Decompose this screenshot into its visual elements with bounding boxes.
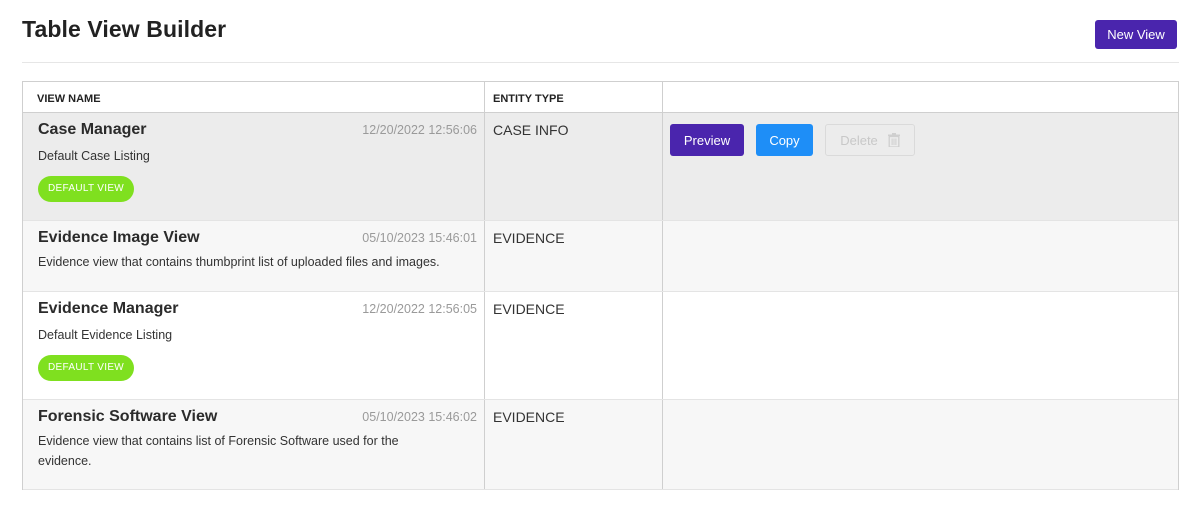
copy-button[interactable]: Copy [756,124,813,156]
delete-button[interactable]: Delete [825,124,915,156]
column-header-view-name[interactable]: VIEW NAME [23,82,485,112]
table-header: VIEW NAME ENTITY TYPE [23,82,1178,113]
view-description: Default Evidence Listing [38,328,173,342]
entity-type-cell: EVIDENCE [485,292,663,399]
preview-button[interactable]: Preview [670,124,744,156]
default-view-badge: DEFAULT VIEW [38,355,135,381]
default-view-badge: DEFAULT VIEW [38,176,135,202]
view-description: Default Case Listing [38,149,150,163]
view-name-cell: Case Manager 12/20/2022 12:56:06 Default… [23,113,485,220]
column-header-actions [663,82,1178,112]
table-row[interactable]: Case Manager 12/20/2022 12:56:06 Default… [23,113,1178,221]
new-view-button[interactable]: New View [1095,20,1177,49]
view-timestamp: 12/20/2022 12:56:06 [362,123,477,137]
table-row[interactable]: Evidence Image View 05/10/2023 15:46:01 … [23,221,1178,292]
actions-cell [663,221,1178,291]
view-name-cell: Forensic Software View 05/10/2023 15:46:… [23,400,485,489]
trash-icon [887,133,900,147]
actions-cell [663,292,1178,399]
view-name-cell: Evidence Image View 05/10/2023 15:46:01 … [23,221,485,291]
row-actions: Preview Copy Delete [670,124,915,156]
view-description: Evidence view that contains thumbprint l… [38,255,440,269]
page-header: Table View Builder New View [22,0,1179,63]
delete-label: Delete [840,132,878,148]
views-table: VIEW NAME ENTITY TYPE Case Manager 12/20… [22,81,1179,490]
actions-cell: Preview Copy Delete [663,113,1178,220]
view-name-cell: Evidence Manager 12/20/2022 12:56:05 Def… [23,292,485,399]
column-header-entity-type[interactable]: ENTITY TYPE [485,82,663,112]
table-row[interactable]: Forensic Software View 05/10/2023 15:46:… [23,400,1178,490]
view-timestamp: 05/10/2023 15:46:01 [362,231,477,245]
entity-type-cell: EVIDENCE [485,221,663,291]
view-description: Evidence view that contains list of Fore… [38,434,399,468]
entity-type-cell: CASE INFO [485,113,663,220]
table-row[interactable]: Evidence Manager 12/20/2022 12:56:05 Def… [23,292,1178,400]
entity-type-cell: EVIDENCE [485,400,663,489]
actions-cell [663,400,1178,489]
page-title: Table View Builder [22,16,227,42]
view-timestamp: 05/10/2023 15:46:02 [362,410,477,424]
view-timestamp: 12/20/2022 12:56:05 [362,302,477,316]
